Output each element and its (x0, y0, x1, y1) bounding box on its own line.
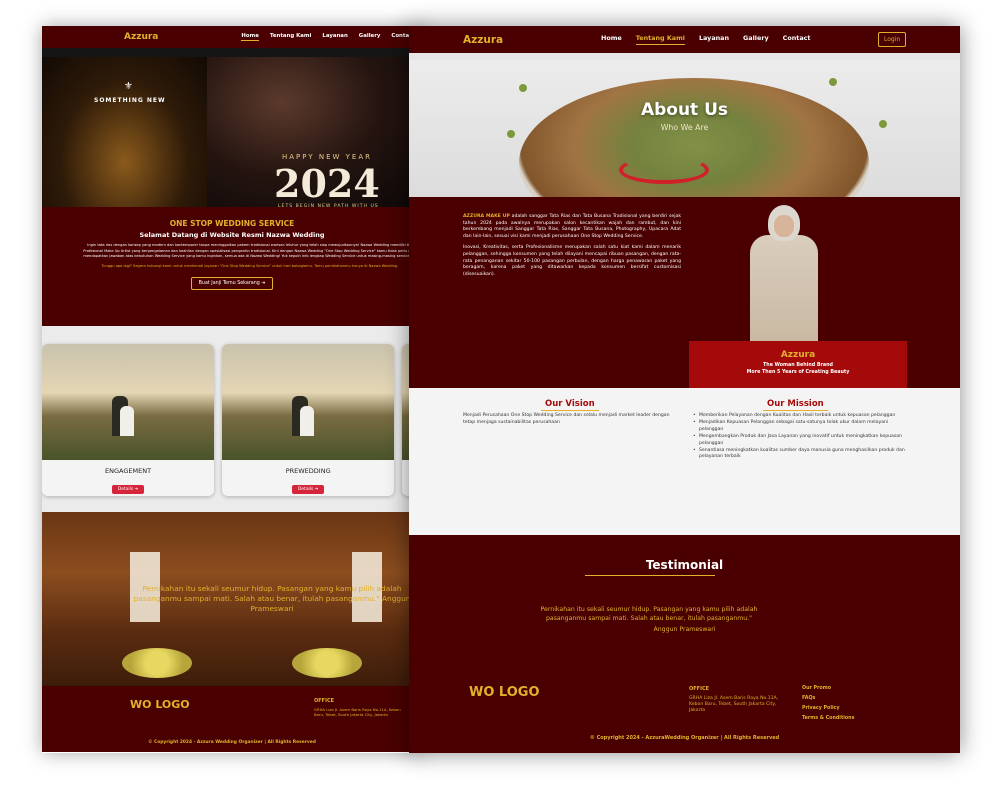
founder-name: Azzura (780, 350, 816, 360)
flowers-right (292, 648, 362, 678)
home-nav-home[interactable]: Home (241, 33, 259, 41)
footer-copyright: © Copyright 2024 - Azzura Wedding Organi… (148, 740, 316, 745)
details-button[interactable]: Details ➔ (111, 485, 145, 494)
footer-link-promo[interactable]: Our Promo (802, 686, 854, 691)
card-title: ENGAGEMENT (105, 467, 152, 475)
mission-title: Our Mission (763, 399, 828, 411)
card-title: PREWEDDING (285, 467, 331, 475)
red-ribbon (619, 156, 709, 184)
intro-subtitle: Selamat Datang di Website Resmi Nazwa We… (139, 231, 325, 239)
about-section: AZZURA MAKE UP adalah sanggar Tata Rias … (409, 197, 960, 388)
mission-item: Menjadikan Kepuasan Pelanggan sebagai sa… (693, 420, 913, 433)
quote-text: Pernikahan itu sekali seumur hidup. Pasa… (133, 584, 411, 613)
home-footer: WO LOGO OFFICE GRHA Liza Jl. Asem Baris … (42, 686, 422, 752)
hero-year: 2024 (274, 161, 380, 206)
appointment-button[interactable]: Buat Janji Temu Sekarang ➔ (190, 277, 274, 290)
details-button[interactable]: Details ➔ (292, 485, 325, 494)
home-nav-layanan[interactable]: Layanan (322, 33, 347, 41)
founder-card: Azzura The Woman Behind Brand More Then … (689, 341, 907, 388)
service-cards: ENGAGEMENT Details ➔ PREWEDDING Details … (42, 326, 422, 512)
footer-logo: WO LOGO (130, 698, 190, 711)
bride-figure (300, 406, 315, 436)
nav-tentang-kami[interactable]: Tentang Kami (635, 34, 685, 45)
nav-contact[interactable]: Contact (783, 34, 811, 45)
home-hero-topbar (42, 48, 422, 57)
nav-layanan[interactable]: Layanan (699, 34, 729, 45)
founder-face (774, 215, 794, 237)
footer-link-privacy[interactable]: Privacy Policy (802, 706, 854, 711)
home-intro-section: ONE STOP WEDDING SERVICE Selamat Datang … (42, 207, 422, 326)
about-paragraph-1: AZZURA MAKE UP adalah sanggar Tata Rias … (463, 214, 681, 240)
mission-list: Memberikan Pelayanan dengan Kualitas dan… (693, 413, 913, 462)
about-paragraph-2: Inovasi, Kreativitas, serta Profesionali… (463, 245, 681, 277)
about-page: Azzura Home Tentang Kami Layanan Gallery… (409, 26, 960, 753)
founder-tagline-1: The Woman Behind Brand (763, 363, 833, 368)
testimonial-title: Testimonial (645, 558, 724, 572)
intro-title: ONE STOP WEDDING SERVICE (169, 219, 295, 228)
footer-link-terms[interactable]: Terms & Conditions (802, 716, 854, 721)
login-button[interactable]: Login (878, 32, 907, 47)
about-hero: About Us Who We Are (409, 60, 960, 197)
leaf-decor (829, 78, 837, 86)
engagement-photo (42, 344, 215, 460)
vision-mission-section: Our Vision Menjadi Perusahaan One Stop W… (409, 388, 960, 535)
footer-links: Our Promo FAQs Privacy Policy Terms & Co… (802, 686, 854, 726)
service-card-engagement[interactable]: ENGAGEMENT Details ➔ (42, 344, 215, 496)
hero-logo-mark-icon: ⚜ (124, 81, 133, 92)
hero-subtitle: Who We Are (660, 123, 709, 132)
footer-link-faqs[interactable]: FAQs (802, 696, 854, 701)
about-text: AZZURA MAKE UP adalah sanggar Tata Rias … (463, 214, 681, 278)
brand-lead: AZZURA MAKE UP (463, 214, 510, 219)
home-hero-banner: ⚜ SOMETHING NEW HAPPY NEW YEAR 2024 LETS… (42, 57, 422, 209)
footer-office-label: OFFICE (314, 698, 335, 704)
hero-tagline: LETS BEGIN NEW PATH WITH US (278, 204, 379, 209)
testimonial-author: Anggun Prameswari (653, 626, 716, 633)
footer-copyright: © Copyright 2024 - AzzuraWedding Organiz… (589, 735, 780, 741)
brand-logo[interactable]: Azzura (463, 34, 503, 46)
about-navbar: Azzura Home Tentang Kami Layanan Gallery… (409, 26, 960, 53)
screenshot-stage: Azzura Home Tentang Kami Layanan Gallery… (0, 0, 1000, 800)
home-navbar: Azzura Home Tentang Kami Layanan Gallery… (42, 26, 422, 48)
about-footer: WO LOGO OFFICE GRHA Liza Jl. Asem Baris … (409, 685, 960, 753)
vision-text: Menjadi Perusahaan One Stop Wedding Serv… (463, 413, 670, 425)
nav-gallery[interactable]: Gallery (743, 34, 769, 45)
intro-body: Ingin tata rias dengan konsep yang moder… (83, 243, 417, 258)
home-nav-tentang[interactable]: Tentang Kami (270, 33, 312, 41)
footer-logo: WO LOGO (469, 685, 540, 700)
founder-tagline-2: More Then 5 Years of Creating Beauty (746, 370, 850, 375)
home-nav-links: Home Tentang Kami Layanan Gallery Contac… (241, 33, 415, 41)
hero-bride-image (42, 57, 207, 207)
vision-title: Our Vision (541, 399, 599, 411)
testimonial-section: Testimonial Pernikahan itu sekali seumur… (409, 535, 960, 685)
hero-tag: SOMETHING NEW (94, 97, 166, 104)
flowers-left (122, 648, 192, 678)
mission-item: Mengembangkan Produk dan Jasa Layanan ya… (693, 434, 913, 447)
footer-office-label: OFFICE (689, 686, 710, 692)
home-nav-gallery[interactable]: Gallery (359, 33, 381, 41)
home-brand-logo[interactable]: Azzura (124, 32, 158, 42)
nav-home[interactable]: Home (601, 34, 622, 45)
navbar-spacer (409, 53, 960, 60)
hero-greeting: HAPPY NEW YEAR (282, 153, 372, 161)
mission-item: Senantiasa meningkatkan kualitas sumber … (693, 448, 913, 461)
intro-cta-text: Tunggu apa lagi? Segera hubungi kami unt… (101, 263, 399, 268)
home-page-preview: Azzura Home Tentang Kami Layanan Gallery… (42, 26, 422, 753)
founder-photo (744, 205, 824, 341)
bride-figure (120, 406, 134, 436)
quote-banner: Pernikahan itu sekali seumur hidup. Pasa… (42, 512, 422, 686)
founder-coat (750, 235, 818, 341)
footer-address: GRHA Liza Jl. Asem Baris Raya No.11A, Ke… (689, 696, 779, 714)
hero-title: About Us (640, 100, 729, 120)
service-card-prewedding[interactable]: PREWEDDING Details ➔ (222, 344, 395, 496)
nav-links: Home Tentang Kami Layanan Gallery Contac… (601, 34, 810, 45)
mission-item: Memberikan Pelayanan dengan Kualitas dan… (693, 413, 913, 420)
prewedding-photo (222, 344, 395, 460)
testimonial-underline (585, 575, 715, 576)
leaf-decor (519, 84, 527, 92)
testimonial-quote: Pernikahan itu sekali seumur hidup. Pasa… (540, 606, 758, 622)
footer-address: GRHA Liza Jl. Asem Baris Raya No.11A, Ke… (314, 707, 401, 717)
